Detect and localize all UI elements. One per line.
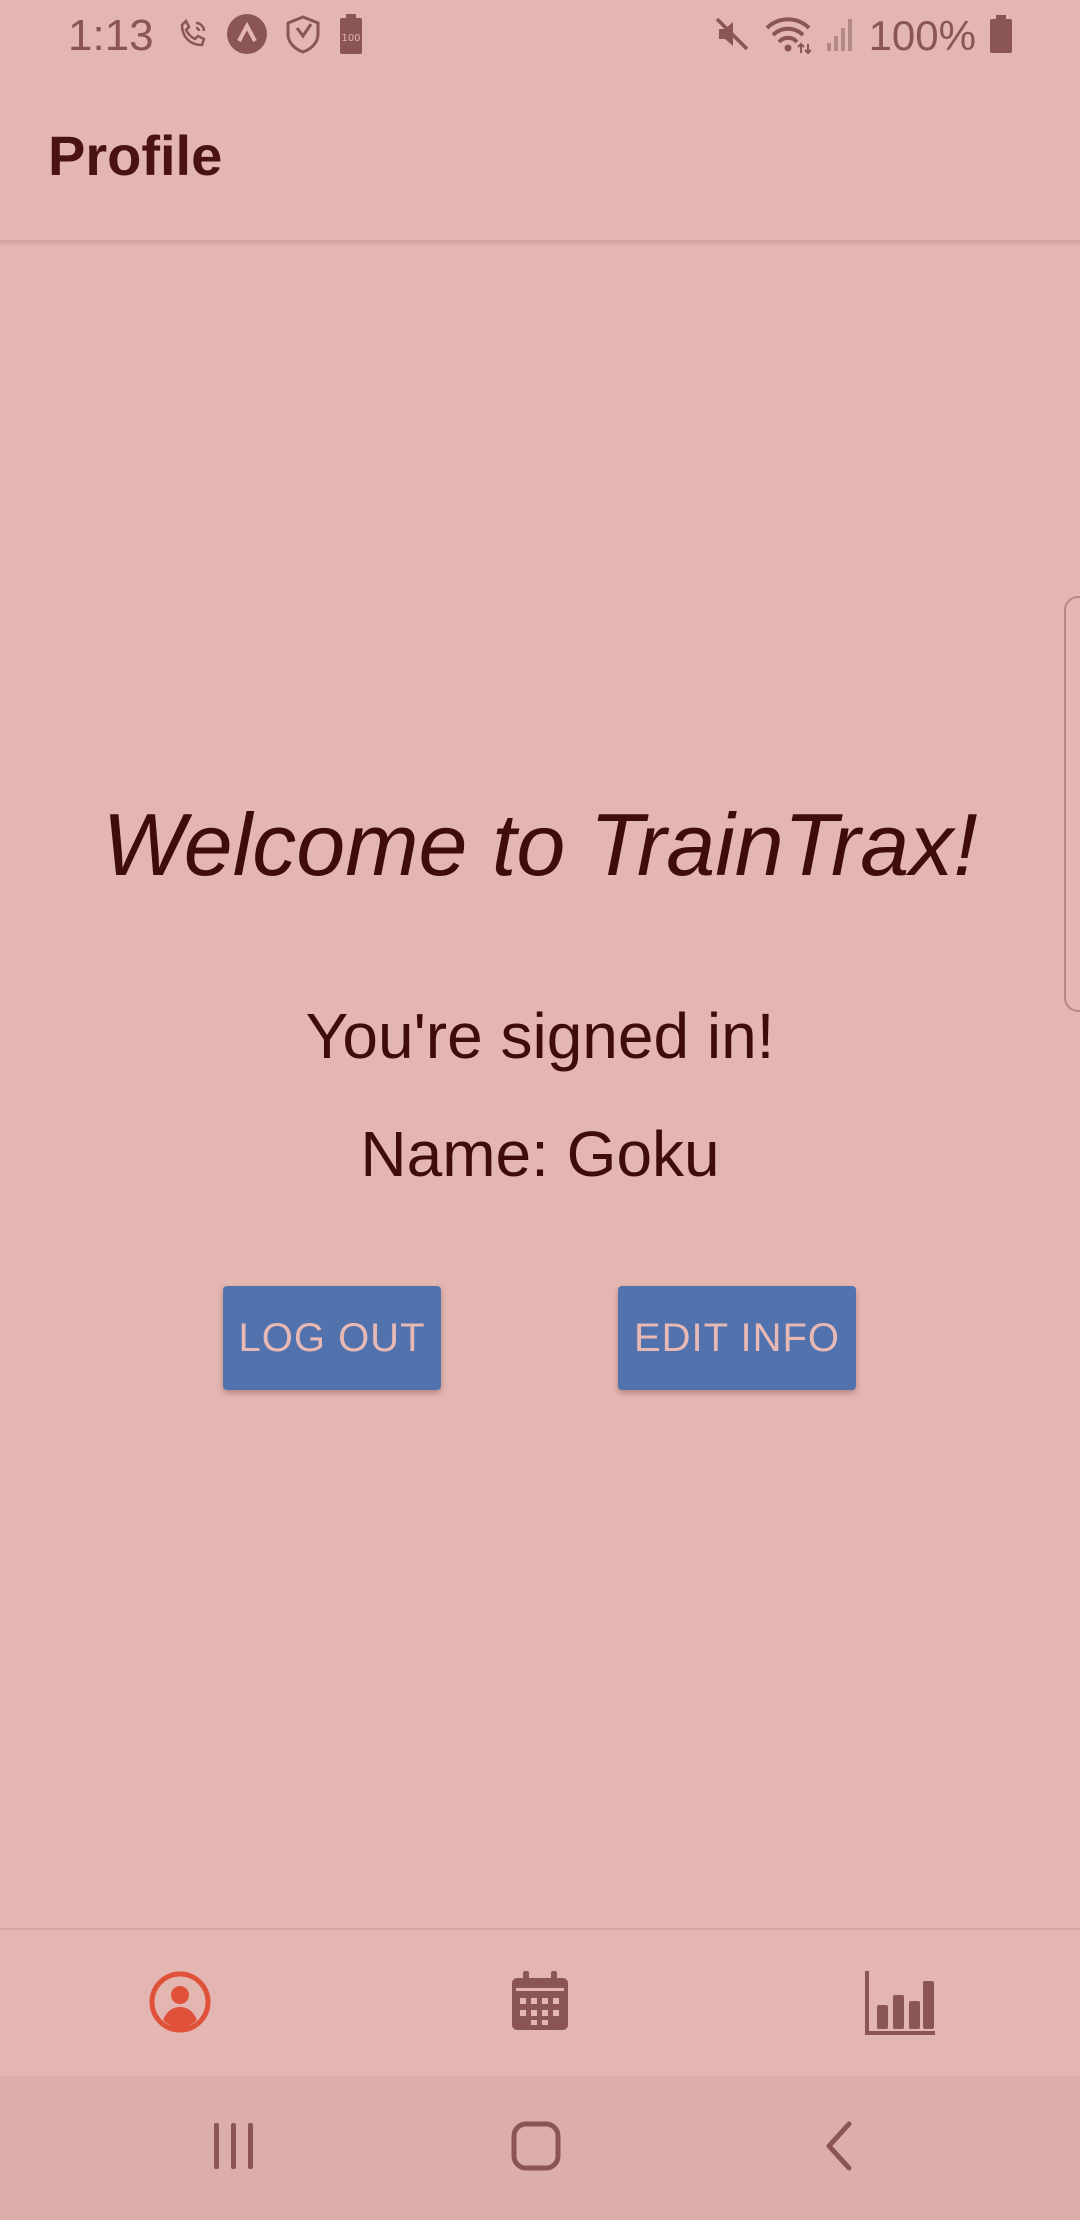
status-bar: 1:13 100 100% bbox=[0, 0, 1080, 72]
bottom-tab-bar bbox=[0, 1928, 1080, 2078]
system-nav-bar bbox=[0, 2076, 1080, 2220]
tab-stats[interactable] bbox=[720, 1930, 1080, 2078]
status-time: 1:13 bbox=[68, 11, 154, 60]
status-right: 100% bbox=[713, 10, 1014, 62]
shield-icon bbox=[284, 14, 322, 59]
bar-chart-icon bbox=[863, 1967, 937, 2042]
calendar-icon bbox=[506, 1968, 574, 2041]
profile-screen: 1:13 100 100% Profile Welcome to TrainTr… bbox=[0, 0, 1080, 2220]
user-name-text: Name: Goku bbox=[360, 1118, 720, 1190]
tab-calendar[interactable] bbox=[360, 1930, 720, 2078]
home-icon bbox=[510, 2120, 562, 2177]
edit-info-button[interactable]: EDIT INFO bbox=[618, 1286, 856, 1390]
status-left-icons: 100 bbox=[176, 13, 364, 60]
wifi-icon bbox=[763, 14, 813, 59]
page-title: Profile bbox=[48, 124, 223, 187]
welcome-heading: Welcome to TrainTrax! bbox=[102, 795, 978, 894]
battery-percentage: 100% bbox=[868, 12, 976, 59]
signed-in-text: You're signed in! bbox=[305, 1000, 775, 1072]
app-a-icon bbox=[226, 13, 268, 60]
battery-saver-icon: 100 bbox=[338, 13, 364, 60]
recents-icon bbox=[210, 2121, 258, 2176]
svg-text:100: 100 bbox=[341, 33, 360, 44]
wifi-call-icon bbox=[176, 17, 210, 56]
back-button[interactable] bbox=[738, 2076, 938, 2220]
home-button[interactable] bbox=[436, 2076, 636, 2220]
log-out-button[interactable]: LOG OUT bbox=[223, 1286, 441, 1390]
profile-icon bbox=[148, 1970, 212, 2039]
mute-icon bbox=[713, 15, 751, 58]
tab-profile[interactable] bbox=[0, 1930, 360, 2078]
signal-icon bbox=[825, 15, 857, 58]
recents-button[interactable] bbox=[134, 2076, 334, 2220]
app-bar: Profile bbox=[0, 72, 1080, 242]
battery-icon bbox=[988, 14, 1014, 59]
back-icon bbox=[821, 2120, 855, 2177]
